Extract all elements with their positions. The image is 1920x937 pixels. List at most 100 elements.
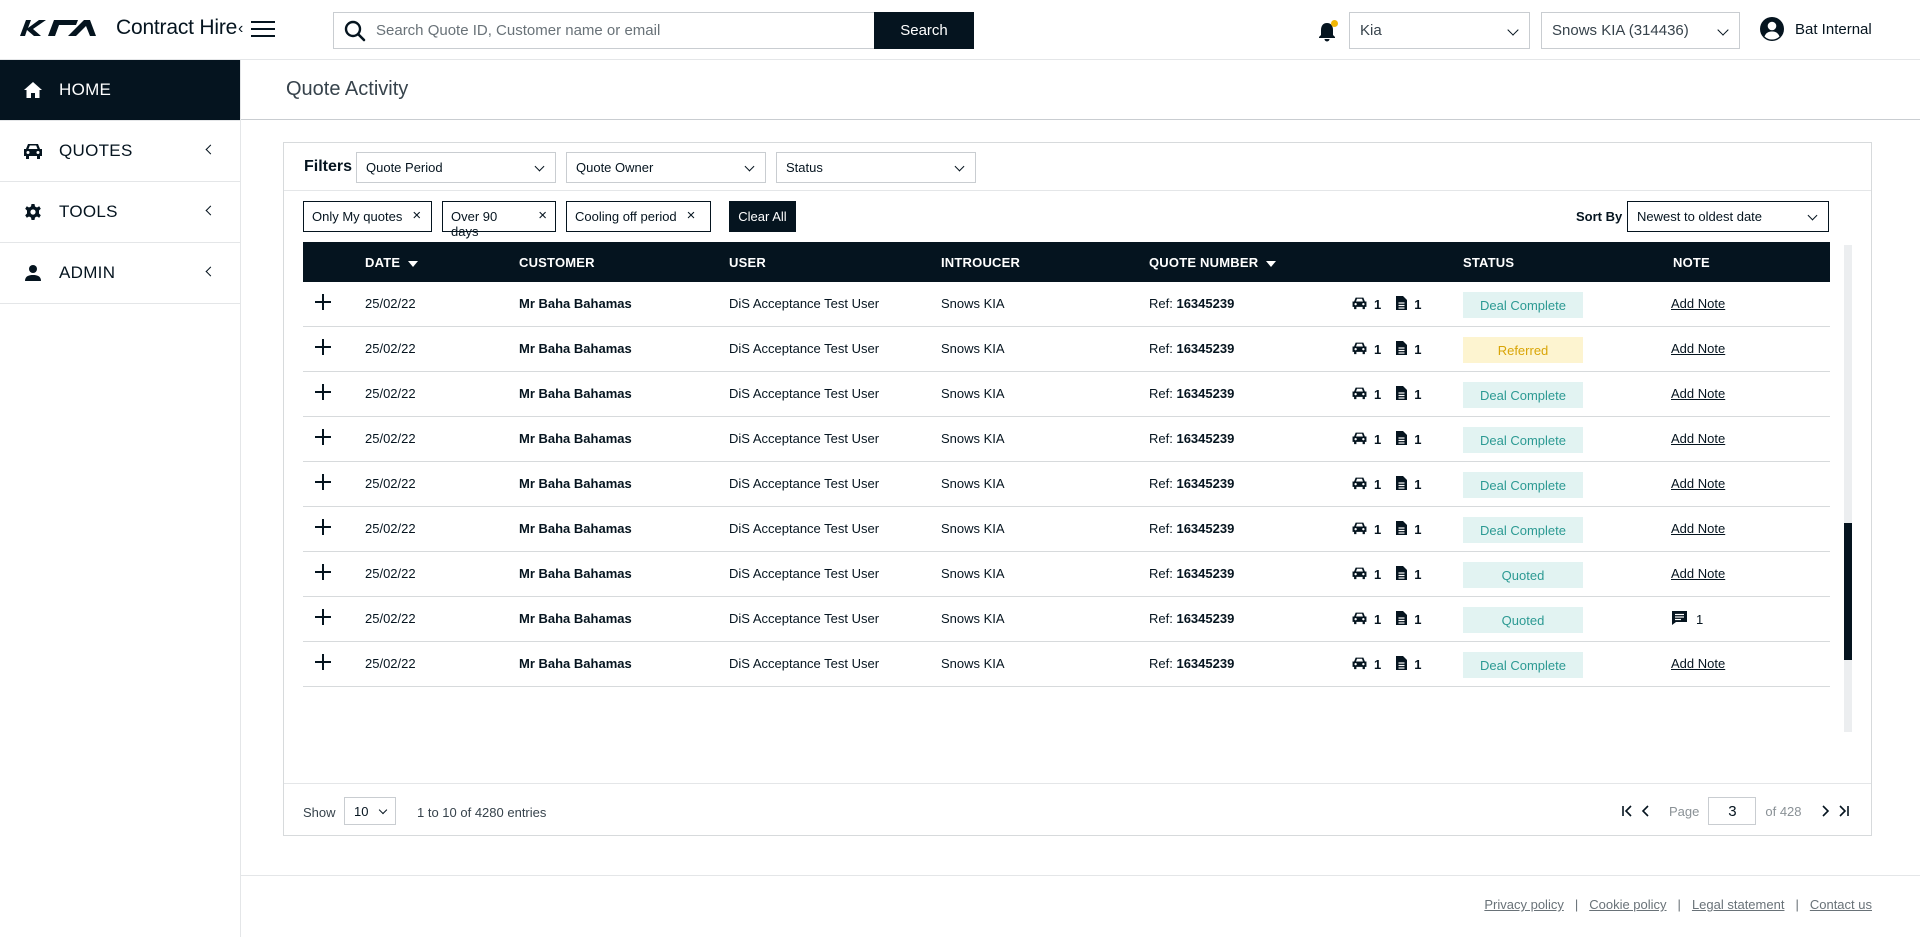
column-quote-number[interactable]: QUOTE NUMBER (1149, 255, 1277, 270)
page-number-input[interactable] (1708, 797, 1757, 825)
add-note-link[interactable]: Add Note (1671, 566, 1725, 581)
chevron-down-icon (378, 805, 388, 815)
document-count: 1 (1414, 342, 1422, 357)
expand-row-icon[interactable] (315, 609, 331, 625)
cell-customer: Mr Baha Bahamas (519, 296, 632, 311)
column-date[interactable]: DATE (365, 255, 419, 270)
status-badge: Quoted (1463, 562, 1583, 588)
sidebar-item-admin[interactable]: ADMIN (0, 243, 240, 304)
document-count: 1 (1414, 297, 1422, 312)
quote-period-select[interactable]: Quote Period (356, 152, 556, 183)
top-bar: Contract Hire ‹ Search Kia Snows KIA (31… (0, 0, 1920, 60)
brand[interactable]: Contract Hire (20, 16, 237, 40)
chevron-down-icon (1717, 24, 1729, 36)
note-count[interactable]: 1 (1671, 610, 1703, 629)
status-badge: Deal Complete (1463, 652, 1583, 678)
dealer-select[interactable]: Snows KIA (314436) (1541, 12, 1740, 49)
add-note-link[interactable]: Add Note (1671, 296, 1725, 311)
cell-quote-number: Ref: 16345239 (1149, 431, 1235, 446)
table-row[interactable]: 25/02/22 Mr Baha Bahamas DiS Acceptance Te… (303, 552, 1830, 597)
filter-chip-only-my-quotes[interactable]: Only My quotes × (303, 201, 432, 232)
sidebar-item-label: TOOLS (59, 202, 118, 221)
status-badge: Quoted (1463, 607, 1583, 633)
notifications-bell[interactable] (1318, 20, 1338, 42)
table-footer: Show 10 1 to 10 of 4280 entries Page of … (284, 783, 1871, 837)
cell-introducer: Snows KIA (941, 521, 1005, 536)
cell-user: DiS Acceptance Test User (729, 611, 880, 626)
sidebar-collapse-chevron-icon[interactable]: ‹ (238, 20, 243, 38)
privacy-policy-link[interactable]: Privacy policy (1484, 897, 1563, 912)
close-icon[interactable]: × (687, 208, 696, 223)
hamburger-menu-icon[interactable] (251, 19, 275, 39)
user-name: Bat Internal (1795, 20, 1872, 38)
search-input[interactable] (376, 22, 856, 39)
expand-row-icon[interactable] (315, 429, 331, 445)
filter-chip-cooling-off-period[interactable]: Cooling off period × (566, 201, 711, 232)
table-row[interactable]: 25/02/22 Mr Baha Bahamas DiS Acceptance Te… (303, 417, 1830, 462)
sort-by-select[interactable]: Newest to oldest date (1627, 201, 1829, 232)
next-page-icon[interactable] (1816, 801, 1834, 821)
quote-owner-select[interactable]: Quote Owner (566, 152, 766, 183)
expand-row-icon[interactable] (315, 474, 331, 490)
status-select[interactable]: Status (776, 152, 976, 183)
close-icon[interactable]: × (538, 208, 547, 223)
page-size-select[interactable]: 10 (344, 797, 396, 825)
brand-select[interactable]: Kia (1349, 12, 1530, 49)
add-note-link[interactable]: Add Note (1671, 431, 1725, 446)
sidebar-item-home[interactable]: HOME (0, 60, 240, 121)
legal-statement-link[interactable]: Legal statement (1692, 897, 1785, 912)
cell-user: DiS Acceptance Test User (729, 566, 880, 581)
first-page-icon[interactable] (1619, 801, 1637, 821)
chevron-left-icon (205, 266, 216, 277)
document-count: 1 (1414, 522, 1422, 537)
add-note-link[interactable]: Add Note (1671, 386, 1725, 401)
vehicle-count: 1 (1374, 657, 1382, 672)
table-row[interactable]: 25/02/22 Mr Baha Bahamas DiS Acceptance Te… (303, 327, 1830, 372)
add-note-link[interactable]: Add Note (1671, 656, 1725, 671)
expand-row-icon[interactable] (315, 339, 331, 355)
expand-row-icon[interactable] (315, 519, 331, 535)
chip-label: Only My quotes (312, 209, 403, 224)
table-row[interactable]: 25/02/22 Mr Baha Bahamas DiS Acceptance Te… (303, 507, 1830, 552)
sidebar-item-tools[interactable]: TOOLS (0, 182, 240, 243)
filters-label: Filters (304, 158, 353, 175)
add-note-link[interactable]: Add Note (1671, 521, 1725, 536)
user-menu[interactable]: Bat Internal (1759, 16, 1872, 42)
vehicle-count: 1 (1374, 342, 1382, 357)
cell-date: 25/02/22 (365, 431, 416, 446)
cell-date: 25/02/22 (365, 341, 416, 356)
table-row[interactable]: 25/02/22 Mr Baha Bahamas DiS Acceptance Te… (303, 282, 1830, 327)
filter-chip-over-90-days[interactable]: Over 90 days × (442, 201, 556, 239)
cell-date: 25/02/22 (365, 521, 416, 536)
expand-row-icon[interactable] (315, 294, 331, 310)
clear-all-button[interactable]: Clear All (729, 201, 796, 232)
table-row[interactable]: 25/02/22 Mr Baha Bahamas DiS Acceptance Te… (303, 462, 1830, 507)
cell-customer: Mr Baha Bahamas (519, 431, 632, 446)
sidebar-item-quotes[interactable]: QUOTES (0, 121, 240, 182)
cell-counts: 11 (1351, 655, 1421, 674)
table-scrollbar[interactable] (1844, 245, 1852, 732)
close-icon[interactable]: × (412, 208, 421, 223)
cell-counts: 11 (1351, 430, 1421, 449)
column-status: STATUS (1463, 255, 1515, 270)
table-row[interactable]: 25/02/22 Mr Baha Bahamas DiS Acceptance Te… (303, 597, 1830, 642)
table-row[interactable]: 25/02/22 Mr Baha Bahamas DiS Acceptance Te… (303, 642, 1830, 687)
quotes-table: DATE CUSTOMER USER INTROUCER QUOTE NUMBE… (303, 242, 1830, 732)
scrollbar-thumb[interactable] (1844, 523, 1852, 660)
cell-counts: 11 (1351, 520, 1421, 539)
last-page-icon[interactable] (1834, 801, 1852, 821)
expand-row-icon[interactable] (315, 654, 331, 670)
kia-logo-icon (20, 20, 106, 36)
expand-row-icon[interactable] (315, 384, 331, 400)
add-note-link[interactable]: Add Note (1671, 476, 1725, 491)
cell-user: DiS Acceptance Test User (729, 386, 880, 401)
table-row[interactable]: 25/02/22 Mr Baha Bahamas DiS Acceptance Te… (303, 372, 1830, 417)
cell-date: 25/02/22 (365, 476, 416, 491)
prev-page-icon[interactable] (1637, 801, 1655, 821)
add-note-link[interactable]: Add Note (1671, 341, 1725, 356)
search-button[interactable]: Search (874, 12, 974, 49)
cookie-policy-link[interactable]: Cookie policy (1589, 897, 1666, 912)
contact-us-link[interactable]: Contact us (1810, 897, 1872, 912)
expand-row-icon[interactable] (315, 564, 331, 580)
car-icon (1351, 341, 1374, 358)
